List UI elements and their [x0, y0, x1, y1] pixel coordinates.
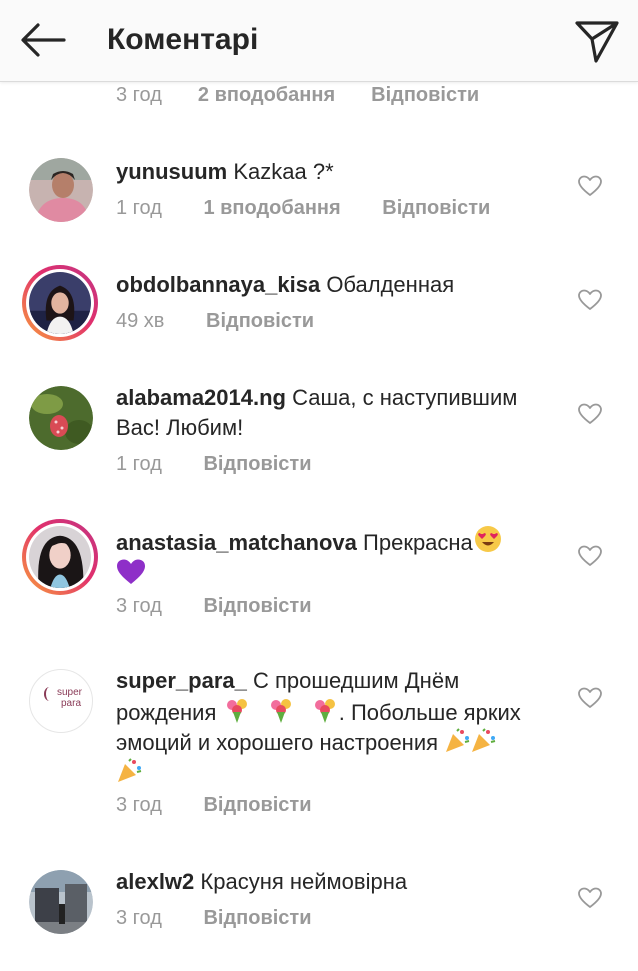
- comment-time: 3 год: [116, 595, 162, 617]
- party-popper-emoji: [446, 728, 470, 752]
- comment-text: anastasia_matchanova Прекрасна: [116, 524, 556, 590]
- reply-button[interactable]: Відповісти: [203, 794, 311, 817]
- avatar-photo: [29, 870, 93, 934]
- reply-button[interactable]: Відповісти: [203, 595, 311, 618]
- avatar-photo: [29, 386, 93, 450]
- top-bar: Коментарі: [0, 0, 638, 82]
- comment-body: Прекрасна: [363, 530, 473, 555]
- heart-eyes-emoji: [474, 526, 501, 552]
- comment-meta: 49 хв Відповісти: [116, 310, 314, 333]
- comment-body: Обалденная: [326, 272, 455, 297]
- bouquet-emoji: [226, 699, 247, 723]
- brand-logo: super para: [30, 670, 92, 732]
- comment-time: 3 год: [116, 84, 162, 106]
- party-popper-emoji: [118, 758, 142, 782]
- comment-text: yunusuum Kazkaa ?*: [116, 157, 556, 187]
- avatar[interactable]: [29, 386, 93, 450]
- bouquet-emoji: [270, 699, 291, 723]
- previous-comment-meta: 3 год 2 вподобання Відповісти: [116, 84, 479, 110]
- brand-logo-text-line2: para: [61, 698, 82, 709]
- heart-icon[interactable]: [578, 887, 602, 909]
- comment-text: alabama2014.ng Саша, с наступившим Вас! …: [116, 383, 556, 443]
- comment-text: alexlw2 Красуня неймовірна: [116, 867, 556, 897]
- avatar-photo: [29, 272, 91, 334]
- avatar-story-ring[interactable]: [22, 519, 98, 595]
- back-arrow-icon: [21, 23, 66, 57]
- comment-body: Красуня неймовірна: [200, 869, 408, 894]
- avatar-photo: [29, 158, 93, 222]
- comment-time: 3 год: [116, 907, 162, 929]
- comment-time: 1 год: [116, 197, 162, 219]
- comment-username[interactable]: yunusuum: [116, 159, 227, 184]
- heart-icon[interactable]: [578, 175, 602, 197]
- comment-username[interactable]: alabama2014.ng: [116, 385, 286, 410]
- party-popper-emoji: [472, 728, 496, 752]
- reply-button[interactable]: Відповісти: [206, 310, 314, 333]
- back-button[interactable]: [18, 20, 66, 60]
- heart-icon[interactable]: [578, 687, 602, 709]
- comment-username[interactable]: alexlw2: [116, 869, 194, 894]
- heart-icon[interactable]: [578, 403, 602, 425]
- reply-button[interactable]: Відповісти: [203, 453, 311, 476]
- brand-logo-text-line1: super: [57, 687, 83, 698]
- comment-likes[interactable]: 2 вподобання: [198, 84, 335, 110]
- avatar-story-ring[interactable]: [22, 265, 98, 341]
- avatar-photo: [29, 526, 91, 588]
- comment-username[interactable]: anastasia_matchanova: [116, 530, 357, 555]
- comment-time: 3 год: [116, 794, 162, 816]
- comment-meta: 3 год Відповісти: [116, 907, 312, 930]
- send-icon: [575, 21, 619, 63]
- comment-text: super_para_ С прошедшим Днём рождения . …: [116, 666, 556, 788]
- avatar[interactable]: super para: [29, 669, 93, 733]
- avatar[interactable]: [29, 870, 93, 934]
- comment-meta: 1 год 1 вподобання Відповісти: [116, 197, 490, 220]
- reply-button[interactable]: Відповісти: [203, 907, 311, 930]
- avatar[interactable]: [29, 158, 93, 222]
- comment-text: obdolbannaya_kisa Обалденная: [116, 270, 556, 300]
- purple-heart-emoji: [117, 559, 145, 584]
- heart-icon[interactable]: [578, 289, 602, 311]
- reply-button[interactable]: Відповісти: [382, 197, 490, 220]
- comment-username[interactable]: super_para_: [116, 668, 247, 693]
- bouquet-emoji: [314, 699, 335, 723]
- comment-meta: 3 год Відповісти: [116, 595, 312, 618]
- comment-time: 49 хв: [116, 310, 165, 332]
- comment-body: Kazkaa ?*: [233, 159, 334, 184]
- heart-icon[interactable]: [578, 545, 602, 567]
- comment-username[interactable]: obdolbannaya_kisa: [116, 272, 320, 297]
- page-title: Коментарі: [107, 23, 259, 56]
- comment-meta: 1 год Відповісти: [116, 453, 312, 476]
- comment-likes[interactable]: 1 вподобання: [203, 197, 340, 220]
- comment-meta: 3 год Відповісти: [116, 794, 312, 817]
- reply-button[interactable]: Відповісти: [371, 84, 479, 110]
- comment-time: 1 год: [116, 453, 162, 475]
- direct-send-button[interactable]: [574, 18, 620, 64]
